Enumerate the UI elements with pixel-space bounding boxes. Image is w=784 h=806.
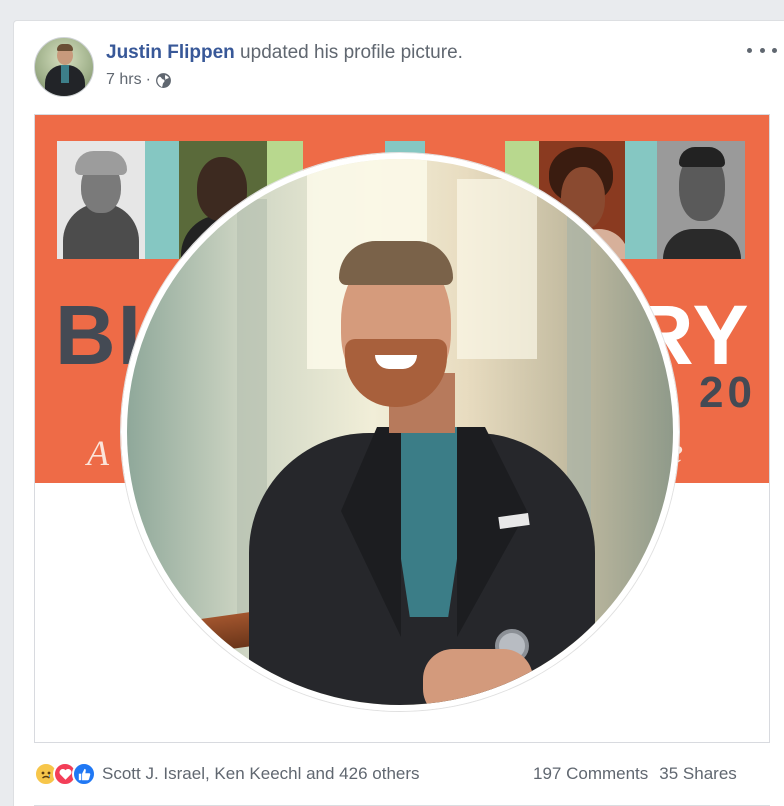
post-stats: 197 Comments 35 Shares [533,764,737,784]
reactors-link[interactable]: Scott J. Israel, Ken Keechl and 426 othe… [102,764,420,784]
shares-count-link[interactable]: 35 Shares [659,764,737,784]
more-dot-icon [747,47,752,53]
post-card: Justin Flippen updated his profile pictu… [13,20,784,806]
comments-count-link[interactable]: 197 Comments [533,764,648,784]
author-avatar[interactable] [34,37,94,97]
reactions-summary[interactable]: Scott J. Israel, Ken Keechl and 426 othe… [34,761,420,787]
cover-portrait [57,141,145,259]
more-options-button[interactable] [747,41,777,59]
post-header: Justin Flippen updated his profile pictu… [106,42,463,64]
post-action-text: updated his profile picture. [234,42,463,63]
cover-subtitle-left: A [87,433,109,473]
reaction-icons[interactable] [34,762,96,786]
profile-picture[interactable] [121,153,679,711]
meta-separator: · [145,71,151,88]
author-name-link[interactable]: Justin Flippen [106,42,235,63]
post-timestamp-link[interactable]: 7 hrs [106,71,142,89]
more-dot-icon [759,47,765,53]
globe-icon[interactable] [155,72,172,89]
cover-portrait [657,141,745,259]
post-photo[interactable]: BI RY 20 A e [34,114,770,743]
cover-year: 20 [699,368,756,417]
post-meta: 7 hrs · [106,71,172,89]
like-reaction-icon [72,762,96,786]
more-dot-icon [772,47,777,53]
